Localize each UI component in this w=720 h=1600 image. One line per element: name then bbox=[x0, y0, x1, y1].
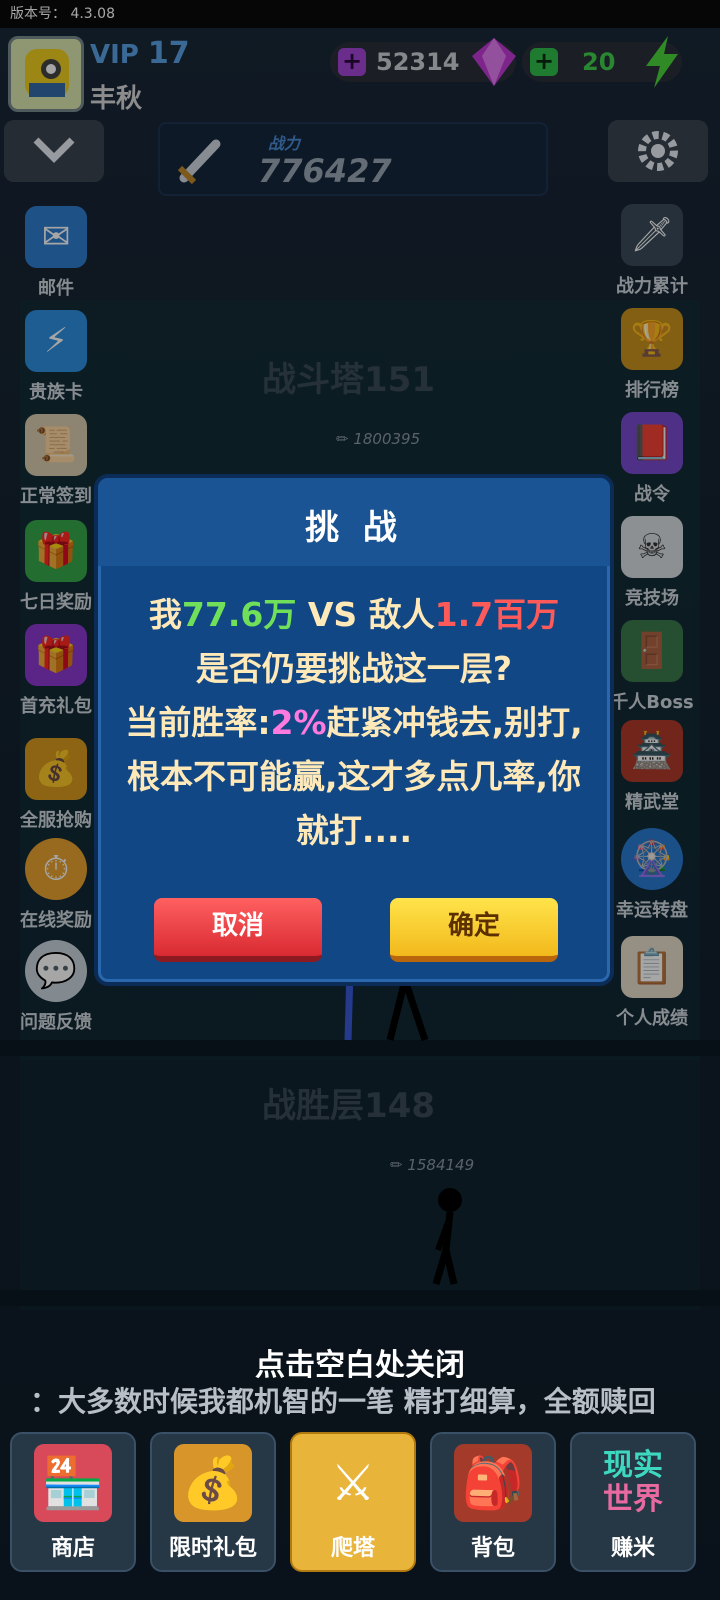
confirm-button[interactable]: 确定 bbox=[390, 898, 558, 962]
me-label: 我 bbox=[148, 595, 182, 634]
bottom-nav: 🏪 商店 💰 限时礼包 ⚔ 爬塔 🎒 背包 现实 世界 赚米 bbox=[0, 1420, 720, 1600]
nav-backpack[interactable]: 🎒 背包 bbox=[430, 1432, 556, 1572]
win-rate-label: 当前胜率: bbox=[125, 703, 271, 742]
nav-limited-gift[interactable]: 💰 限时礼包 bbox=[150, 1432, 276, 1572]
backpack-icon: 🎒 bbox=[454, 1444, 532, 1522]
confirm-question: 是否仍要挑战这一层? bbox=[195, 649, 513, 688]
shop-icon: 🏪 bbox=[34, 1444, 112, 1522]
power-compare-line: 我77.6万 VS 敌人1.7百万 bbox=[118, 588, 590, 642]
challenge-dialog: 挑 战 我77.6万 VS 敌人1.7百万 是否仍要挑战这一层? 当前胜率:2%… bbox=[94, 474, 614, 986]
nav-earn[interactable]: 现实 世界 赚米 bbox=[570, 1432, 696, 1572]
nav-limited-gift-label: 限时礼包 bbox=[168, 1536, 257, 1561]
dialog-message: 我77.6万 VS 敌人1.7百万 是否仍要挑战这一层? 当前胜率:2%赶紧冲钱… bbox=[118, 588, 590, 858]
win-rate-value: 2% bbox=[270, 703, 327, 742]
nav-backpack-label: 背包 bbox=[470, 1536, 515, 1561]
nav-shop[interactable]: 🏪 商店 bbox=[10, 1432, 136, 1572]
real-world-icon: 现实 世界 bbox=[594, 1444, 672, 1522]
win-rate-line: 当前胜率:2%赶紧冲钱去,别打,根本不可能赢,这才多点几率,你就打.... bbox=[118, 696, 590, 858]
treasure-icon: 💰 bbox=[174, 1444, 252, 1522]
nav-climb-tower-label: 爬塔 bbox=[330, 1536, 375, 1561]
nav-shop-label: 商店 bbox=[50, 1536, 95, 1561]
dialog-title: 挑 战 bbox=[305, 508, 403, 548]
scrolling-notice: ：大多数时候我都机智的一笔 精打细算，全额赎回 bbox=[30, 1385, 656, 1418]
enemy-power: 1.7百万 bbox=[434, 595, 560, 634]
cancel-button[interactable]: 取消 bbox=[154, 898, 322, 962]
my-power: 77.6万 bbox=[181, 595, 297, 634]
close-hint: 点击空白处关闭 bbox=[255, 1348, 465, 1383]
vs-enemy-label: VS 敌人 bbox=[296, 595, 435, 634]
real-world-badge-top: 现实 bbox=[603, 1448, 663, 1483]
nav-earn-label: 赚米 bbox=[610, 1536, 655, 1561]
crossed-swords-icon: ⚔ bbox=[330, 1454, 376, 1512]
real-world-badge-bottom: 世界 bbox=[603, 1482, 663, 1517]
nav-climb-tower[interactable]: ⚔ 爬塔 bbox=[290, 1432, 416, 1572]
